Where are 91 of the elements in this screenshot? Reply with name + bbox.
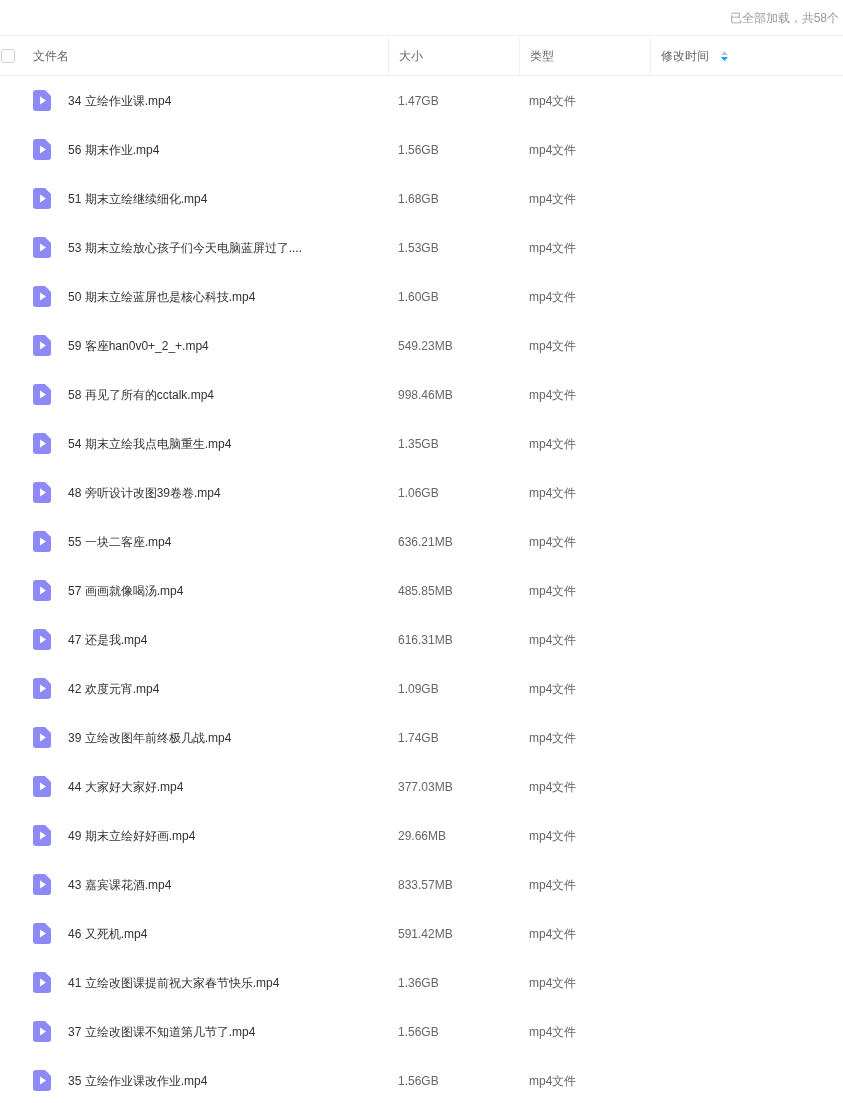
file-name[interactable]: 59 客座han0v0+_2_+.mp4 [68,336,209,355]
file-name[interactable]: 46 又死机.mp4 [68,924,148,943]
file-size: 1.47GB [398,93,439,108]
file-type: mp4文件 [529,240,577,255]
file-size: 485.85MB [398,583,453,598]
column-header[interactable]: 文件名 [33,46,69,65]
file-name[interactable]: 35 立绘作业课改作业.mp4 [68,1071,208,1090]
video-file-icon [33,874,51,895]
file-type: mp4文件 [529,1073,577,1088]
video-file-icon [33,384,51,405]
video-file-icon [33,1070,51,1091]
file-name[interactable]: 50 期末立绘蓝屏也是核心科技.mp4 [68,287,256,306]
file-name[interactable]: 41 立绘改图课提前祝大家春节快乐.mp4 [68,973,280,992]
file-size: 1.74GB [398,730,439,745]
file-size: 998.46MB [398,387,453,402]
file-name[interactable]: 56 期末作业.mp4 [68,140,160,159]
video-file-icon [33,727,51,748]
file-type: mp4文件 [529,975,577,990]
file-name[interactable]: 34 立绘作业课.mp4 [68,91,172,110]
file-name[interactable]: 43 嘉宾课花酒.mp4 [68,875,172,894]
file-size: 591.42MB [398,926,453,941]
file-type: mp4文件 [529,877,577,892]
file-type: mp4文件 [529,338,577,353]
file-type: mp4文件 [529,1024,577,1039]
video-file-icon [33,335,51,356]
file-name[interactable]: 48 旁听设计改图39卷卷.mp4 [68,483,221,502]
file-type: mp4文件 [529,387,577,402]
video-file-icon [33,188,51,209]
file-size: 549.23MB [398,338,453,353]
column-header[interactable]: 大小 [399,46,423,65]
video-file-icon [33,580,51,601]
file-size: 1.56GB [398,1073,439,1088]
file-type: mp4文件 [529,485,577,500]
video-file-icon [33,286,51,307]
video-file-icon [33,776,51,797]
file-name[interactable]: 37 立绘改图课不知道第几节了.mp4 [68,1022,256,1041]
video-file-icon [33,678,51,699]
file-type: mp4文件 [529,436,577,451]
file-name[interactable]: 55 一块二客座.mp4 [68,532,172,551]
file-size: 29.66MB [398,828,447,843]
video-file-icon [33,433,51,454]
file-type: mp4文件 [529,730,577,745]
file-type: mp4文件 [529,534,577,549]
select-all-checkbox[interactable] [1,48,15,63]
video-file-icon [33,825,51,846]
file-size: 1.60GB [398,289,439,304]
file-type: mp4文件 [529,93,577,108]
file-size: 1.68GB [398,191,439,206]
file-name[interactable]: 47 还是我.mp4 [68,630,148,649]
file-type: mp4文件 [529,779,577,794]
video-file-icon [33,482,51,503]
video-file-icon [33,139,51,160]
file-type: mp4文件 [529,632,577,647]
file-name[interactable]: 57 画画就像喝汤.mp4 [68,581,184,600]
column-header[interactable]: 类型 [530,46,554,65]
file-type: mp4文件 [529,289,577,304]
file-name[interactable]: 39 立绘改图年前终极几战.mp4 [68,728,232,747]
file-name[interactable]: 51 期末立绘继续细化.mp4 [68,189,208,208]
file-type: mp4文件 [529,926,577,941]
file-type: mp4文件 [529,681,577,696]
video-file-icon [33,531,51,552]
file-type: mp4文件 [529,583,577,598]
file-name[interactable]: 49 期末立绘好好画.mp4 [68,826,196,845]
file-name[interactable]: 44 大家好大家好.mp4 [68,777,184,796]
file-name[interactable]: 53 期末立绘放心孩子们今天电脑蓝屏过了.... [68,238,303,257]
sort-icon[interactable] [721,50,728,61]
video-file-icon [33,1021,51,1042]
file-size: 377.03MB [398,779,453,794]
file-size: 1.36GB [398,975,439,990]
file-size: 833.57MB [398,877,453,892]
file-name[interactable]: 42 欢度元宵.mp4 [68,679,160,698]
file-size: 1.56GB [398,1024,439,1039]
file-size: 636.21MB [398,534,453,549]
file-size: 1.56GB [398,142,439,157]
file-size: 1.09GB [398,681,439,696]
video-file-icon [33,237,51,258]
file-type: mp4文件 [529,828,577,843]
load-status-text: 已全部加载，共58个 [729,9,839,27]
video-file-icon [33,90,51,111]
video-file-icon [33,629,51,650]
video-file-icon [33,972,51,993]
file-size: 616.31MB [398,632,453,647]
file-type: mp4文件 [529,191,577,206]
file-name[interactable]: 54 期末立绘我点电脑重生.mp4 [68,434,232,453]
file-size: 1.35GB [398,436,439,451]
file-name[interactable]: 58 再见了所有的cctalk.mp4 [68,385,215,404]
file-type: mp4文件 [529,142,577,157]
file-size: 1.06GB [398,485,439,500]
file-size: 1.53GB [398,240,439,255]
video-file-icon [33,923,51,944]
column-header[interactable]: 修改时间 [661,46,709,65]
